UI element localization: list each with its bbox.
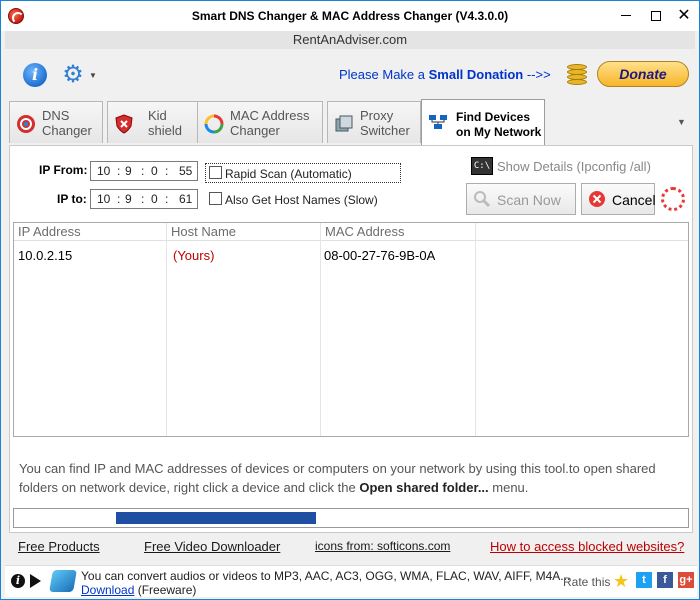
info-icon[interactable]: i [11,574,25,588]
google-plus-icon[interactable]: g+ [678,572,694,588]
column-header-mac[interactable]: MAC Address [325,224,404,239]
tab-scroll-down-icon[interactable]: ▼ [677,117,686,127]
devices-table[interactable]: IP Address Host Name MAC Address 10.0.2.… [13,222,689,437]
maximize-button[interactable] [641,1,671,31]
scan-now-label: Scan Now [497,192,561,208]
tab-mac-address-changer[interactable]: MAC Address Changer [197,101,323,143]
tab-label: on My Network [456,125,542,139]
cancel-icon [589,191,605,207]
donation-prompt[interactable]: Please Make a Small Donation -->> [339,67,551,82]
promo-text: You can convert audios or videos to MP3,… [81,569,571,597]
cell-ip: 10.0.2.15 [18,248,73,263]
proxy-icon [335,115,353,132]
ip-octet: 9 [125,192,132,206]
column-divider [320,223,321,436]
chevron-down-icon[interactable]: ▼ [89,71,97,80]
rate-this-label: Rate this [563,575,611,589]
rapid-scan-label: Rapid Scan (Automatic) [225,167,352,181]
ip-from-label: IP From: [39,163,88,177]
cell-host: (Yours) [173,248,215,263]
column-divider [475,223,476,436]
rentanadviser-link[interactable]: RentAnAdviser.com [5,31,695,49]
facebook-icon[interactable]: f [657,572,673,588]
column-divider [166,223,167,436]
cell-mac: 08-00-27-76-9B-0A [324,248,436,263]
title-bar: Smart DNS Changer & MAC Address Changer … [1,1,699,31]
free-products-link[interactable]: Free Products [18,539,100,554]
search-icon [474,191,491,208]
tab-bar: DNS Changer Kid shield MAC Address Changer … [9,99,693,145]
window-title: Smart DNS Changer & MAC Address Changer … [191,9,509,23]
tab-label: Changer [230,123,280,138]
shield-icon [115,114,133,134]
donate-button[interactable]: Donate [597,61,689,87]
link-bar: Free Products Free Video Downloader icon… [1,539,700,557]
gear-icon[interactable]: ⚙ [61,63,85,87]
tab-label: DNS [42,108,70,123]
tab-label: MAC Address [230,108,310,123]
ip-separator: : [141,192,145,206]
twitter-icon[interactable]: t [636,572,652,588]
dns-globe-icon [17,115,35,133]
coins-icon [563,59,591,87]
tab-find-devices[interactable]: Find Devices on My Network [421,99,545,145]
cancel-label: Cancel [612,192,656,208]
ip-to-label: IP to: [57,192,87,206]
close-button[interactable]: ✕ [669,1,699,31]
description-text: You can find IP and MAC addresses of dev… [19,461,656,495]
ip-separator: : [165,164,169,178]
network-icon [429,115,447,129]
ip-separator: : [117,164,121,178]
host-names-label: Also Get Host Names (Slow) [225,193,378,207]
ip-octet: 9 [125,164,132,178]
play-icon[interactable] [30,574,41,588]
maximize-icon [651,10,661,21]
footer-bar: i You can convert audios or videos to MP… [5,565,697,597]
rapid-scan-checkbox[interactable] [209,166,222,179]
ip-octet: 55 [179,164,193,178]
ip-to-field[interactable]: 10 : 9 : 0 : 61 [90,189,198,209]
tab-label: Find Devices [456,110,531,124]
tab-label: Changer [42,123,92,138]
mac-refresh-icon [204,114,224,134]
ip-from-field[interactable]: 10 : 9 : 0 : 55 [90,161,198,181]
tab-dns-changer[interactable]: DNS Changer [9,101,103,143]
ip-separator: : [141,164,145,178]
tab-label: Proxy [360,108,394,123]
ip-separator: : [165,192,169,206]
table-header: IP Address Host Name MAC Address [14,223,688,241]
tab-label: Kid [148,108,167,123]
ip-octet: 10 [97,164,111,178]
softicons-link[interactable]: icons from: softicons.com [315,539,450,553]
tab-label: shield [148,123,182,138]
column-header-host[interactable]: Host Name [171,224,236,239]
tab-proxy-switcher[interactable]: Proxy Switcher [327,101,421,143]
star-icon[interactable]: ★ [613,571,629,591]
host-names-checkbox[interactable] [209,192,222,205]
ip-octet: 10 [97,192,111,206]
ip-octet: 61 [179,192,193,206]
info-icon[interactable]: i [23,63,47,87]
minimize-icon [621,15,631,17]
progress-fill [116,512,316,524]
show-details-button[interactable]: Show Details (Ipconfig /all) [497,159,651,174]
blocked-websites-link[interactable]: How to access blocked websites? [490,539,684,554]
terminal-icon: C:\ [471,157,493,175]
tab-label: Switcher [360,123,410,138]
cancel-button[interactable]: Cancel [581,183,656,215]
minimize-button[interactable] [611,1,641,31]
loading-spinner-icon [661,187,685,211]
ip-octet: 0 [151,164,158,178]
scan-now-button[interactable]: Scan Now [466,183,576,215]
app-window: Smart DNS Changer & MAC Address Changer … [0,0,700,600]
download-link[interactable]: Download [81,583,134,597]
ip-separator: : [117,192,121,206]
tab-kid-shield[interactable]: Kid shield [107,101,201,143]
ip-octet: 0 [151,192,158,206]
converter-app-icon [49,570,77,592]
free-video-downloader-link[interactable]: Free Video Downloader [144,539,280,554]
column-header-ip[interactable]: IP Address [18,224,81,239]
scan-progress-bar [13,508,689,528]
